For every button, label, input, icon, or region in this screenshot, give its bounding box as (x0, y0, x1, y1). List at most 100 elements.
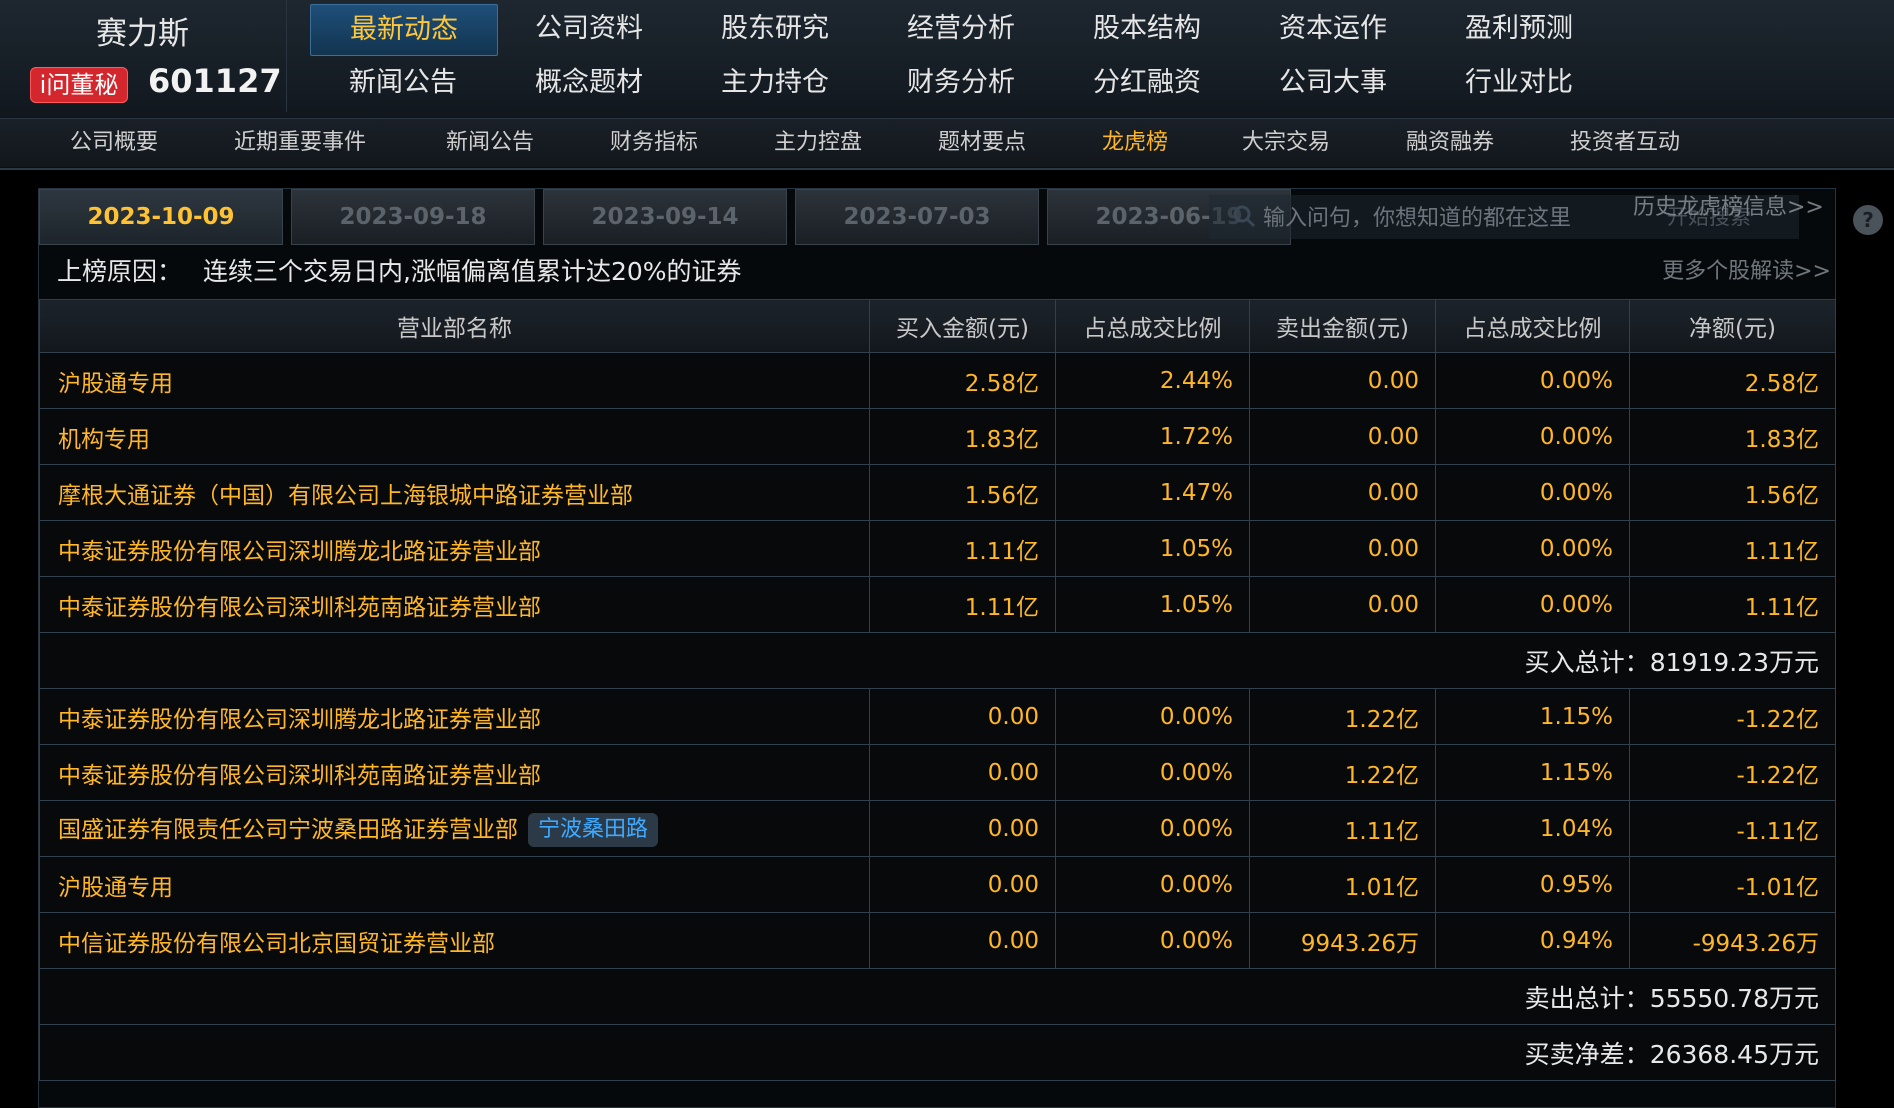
sell-ratio: 0.94% (1435, 912, 1630, 969)
branch-name[interactable]: 沪股通专用 (39, 352, 870, 409)
col-header-buy-ratio: 占总成交比例 (1055, 299, 1250, 353)
sub-nav: 公司概要 近期重要事件 新闻公告 财务指标 主力控盘 题材要点 龙虎榜 大宗交易… (0, 118, 1894, 167)
net-amount: 1.11亿 (1629, 576, 1836, 633)
branch-name[interactable]: 中泰证券股份有限公司深圳科苑南路证券营业部 (39, 744, 870, 801)
main-nav-news[interactable]: 新闻公告 (310, 58, 496, 108)
sub-nav-overview[interactable]: 公司概要 (70, 119, 158, 167)
search-icon[interactable] (1231, 203, 1257, 229)
net-amount: 2.58亿 (1629, 352, 1836, 409)
main-nav-profit-forecast[interactable]: 盈利预测 (1426, 4, 1612, 54)
reason-text: 连续三个交易日内,涨幅偏离值累计达20%的证券 (203, 257, 742, 286)
main-nav-company-events[interactable]: 公司大事 (1240, 58, 1426, 108)
main-nav-industry-compare[interactable]: 行业对比 (1426, 58, 1612, 108)
net-amount: -1.22亿 (1629, 744, 1836, 801)
main-nav-equity-structure[interactable]: 股本结构 (1054, 4, 1240, 54)
branch-tag[interactable]: 宁波桑田路 (528, 813, 659, 848)
buy-ratio: 1.05% (1055, 576, 1250, 633)
date-tab[interactable]: 2023-09-14 (543, 189, 787, 245)
net-total-row: 买卖净差：26368.45万元 (39, 1024, 1836, 1081)
sub-nav-main-control[interactable]: 主力控盘 (774, 119, 862, 167)
date-tab[interactable]: 2023-09-18 (291, 189, 535, 245)
sub-nav-financial-indicators[interactable]: 财务指标 (610, 119, 698, 167)
sell-ratio: 0.00% (1435, 352, 1630, 409)
sub-nav-news[interactable]: 新闻公告 (446, 119, 534, 167)
sub-nav-block-trade[interactable]: 大宗交易 (1242, 119, 1330, 167)
buy-amount: 1.56亿 (869, 464, 1056, 521)
sub-nav-theme-points[interactable]: 题材要点 (938, 119, 1026, 167)
sub-nav-dragon-tiger[interactable]: 龙虎榜 (1102, 119, 1168, 167)
branch-name-cell: 国盛证券有限责任公司宁波桑田路证券营业部 宁波桑田路 (39, 800, 870, 857)
sell-amount: 0.00 (1249, 352, 1436, 409)
main-nav-company-info[interactable]: 公司资料 (496, 4, 682, 54)
sell-total-label: 卖出总计： (1524, 983, 1650, 1013)
buy-amount: 1.11亿 (869, 576, 1056, 633)
branch-name[interactable]: 国盛证券有限责任公司宁波桑田路证券营业部 (58, 817, 518, 843)
date-tab[interactable]: 2023-10-09 (39, 189, 283, 245)
dragon-tiger-panel: 2023-10-09 2023-09-18 2023-09-14 2023-07… (38, 188, 1883, 1108)
table-row: 机构专用 1.83亿 1.72% 0.00 0.00% 1.83亿 (39, 408, 1836, 465)
sub-nav-margin-trading[interactable]: 融资融券 (1406, 119, 1494, 167)
history-dragon-tiger-link[interactable]: 历史龙虎榜信息>> (1633, 189, 1824, 221)
sell-ratio: 0.00% (1435, 464, 1630, 521)
buy-total-row: 买入总计：81919.23万元 (39, 632, 1836, 689)
sell-ratio: 0.95% (1435, 856, 1630, 913)
col-header-net: 净额(元) (1629, 299, 1836, 353)
sell-ratio: 1.04% (1435, 800, 1630, 857)
ask-secretary-badge[interactable]: i问董秘 (30, 67, 128, 103)
branch-name[interactable]: 机构专用 (39, 408, 870, 465)
sell-ratio: 0.00% (1435, 520, 1630, 577)
sell-total-unit: 万元 (1768, 983, 1819, 1013)
sell-ratio: 1.15% (1435, 688, 1630, 745)
buy-total-label: 买入总计： (1524, 647, 1650, 677)
main-nav-operation-analysis[interactable]: 经营分析 (868, 4, 1054, 54)
main-nav-shareholder-research[interactable]: 股东研究 (682, 4, 868, 54)
buy-amount: 1.11亿 (869, 520, 1056, 577)
sell-amount: 1.22亿 (1249, 744, 1436, 801)
buy-amount: 1.83亿 (869, 408, 1056, 465)
main-nav-concepts[interactable]: 概念题材 (496, 58, 682, 108)
branch-name[interactable]: 中泰证券股份有限公司深圳腾龙北路证券营业部 (39, 520, 870, 577)
sell-amount: 0.00 (1249, 408, 1436, 465)
more-stock-analysis-link[interactable]: 更多个股解读>> (1662, 245, 1831, 299)
branch-name[interactable]: 摩根大通证券（中国）有限公司上海银城中路证券营业部 (39, 464, 870, 521)
main-nav-latest[interactable]: 最新动态 (310, 4, 498, 56)
sub-nav-recent-events[interactable]: 近期重要事件 (234, 119, 366, 167)
buy-amount: 0.00 (869, 744, 1056, 801)
sell-ratio: 0.00% (1435, 576, 1630, 633)
table-row: 中泰证券股份有限公司深圳科苑南路证券营业部 0.00 0.00% 1.22亿 1… (39, 744, 1836, 801)
buy-ratio: 0.00% (1055, 800, 1250, 857)
net-total-label: 买卖净差： (1524, 1039, 1650, 1069)
sub-nav-investor-interaction[interactable]: 投资者互动 (1570, 119, 1680, 167)
date-tab[interactable]: 2023-07-03 (795, 189, 1039, 245)
table-row: 中泰证券股份有限公司深圳腾龙北路证券营业部 1.11亿 1.05% 0.00 0… (39, 520, 1836, 577)
top-header: 赛力斯 i问董秘 601127 最新动态 公司资料 股东研究 经营分析 股本结构… (0, 0, 1894, 170)
sell-total-row: 卖出总计：55550.78万元 (39, 968, 1836, 1025)
net-total-value: 26368.45 (1649, 1039, 1769, 1069)
buy-amount: 2.58亿 (869, 352, 1056, 409)
main-nav-dividend-financing[interactable]: 分红融资 (1054, 58, 1240, 108)
sell-amount: 1.22亿 (1249, 688, 1436, 745)
sell-amount: 1.01亿 (1249, 856, 1436, 913)
buy-ratio: 0.00% (1055, 856, 1250, 913)
branch-name[interactable]: 中泰证券股份有限公司深圳科苑南路证券营业部 (39, 576, 870, 633)
net-amount: 1.56亿 (1629, 464, 1836, 521)
main-nav-financial-analysis[interactable]: 财务分析 (868, 58, 1054, 108)
col-header-buy-amount: 买入金额(元) (869, 299, 1056, 353)
buy-total-value: 81919.23 (1649, 647, 1769, 677)
table-row: 中泰证券股份有限公司深圳科苑南路证券营业部 1.11亿 1.05% 0.00 0… (39, 576, 1836, 633)
help-icon[interactable]: ? (1853, 205, 1883, 235)
table-row: 摩根大通证券（中国）有限公司上海银城中路证券营业部 1.56亿 1.47% 0.… (39, 464, 1836, 521)
branch-name[interactable]: 沪股通专用 (39, 856, 870, 913)
search-input[interactable] (1261, 201, 1605, 235)
branch-name[interactable]: 中泰证券股份有限公司深圳腾龙北路证券营业部 (39, 688, 870, 745)
sell-amount: 0.00 (1249, 464, 1436, 521)
net-amount: -9943.26万 (1629, 912, 1836, 969)
col-header-branch: 营业部名称 (39, 299, 870, 353)
main-nav-main-holdings[interactable]: 主力持仓 (682, 58, 868, 108)
buy-ratio: 2.44% (1055, 352, 1250, 409)
main-nav-capital-operation[interactable]: 资本运作 (1240, 4, 1426, 54)
table-row: 国盛证券有限责任公司宁波桑田路证券营业部 宁波桑田路 0.00 0.00% 1.1… (39, 800, 1836, 857)
branch-name[interactable]: 中信证券股份有限公司北京国贸证券营业部 (39, 912, 870, 969)
buy-total-unit: 万元 (1768, 647, 1819, 677)
main-nav: 最新动态 公司资料 股东研究 经营分析 股本结构 资本运作 盈利预测 新闻公告 … (310, 4, 1870, 112)
